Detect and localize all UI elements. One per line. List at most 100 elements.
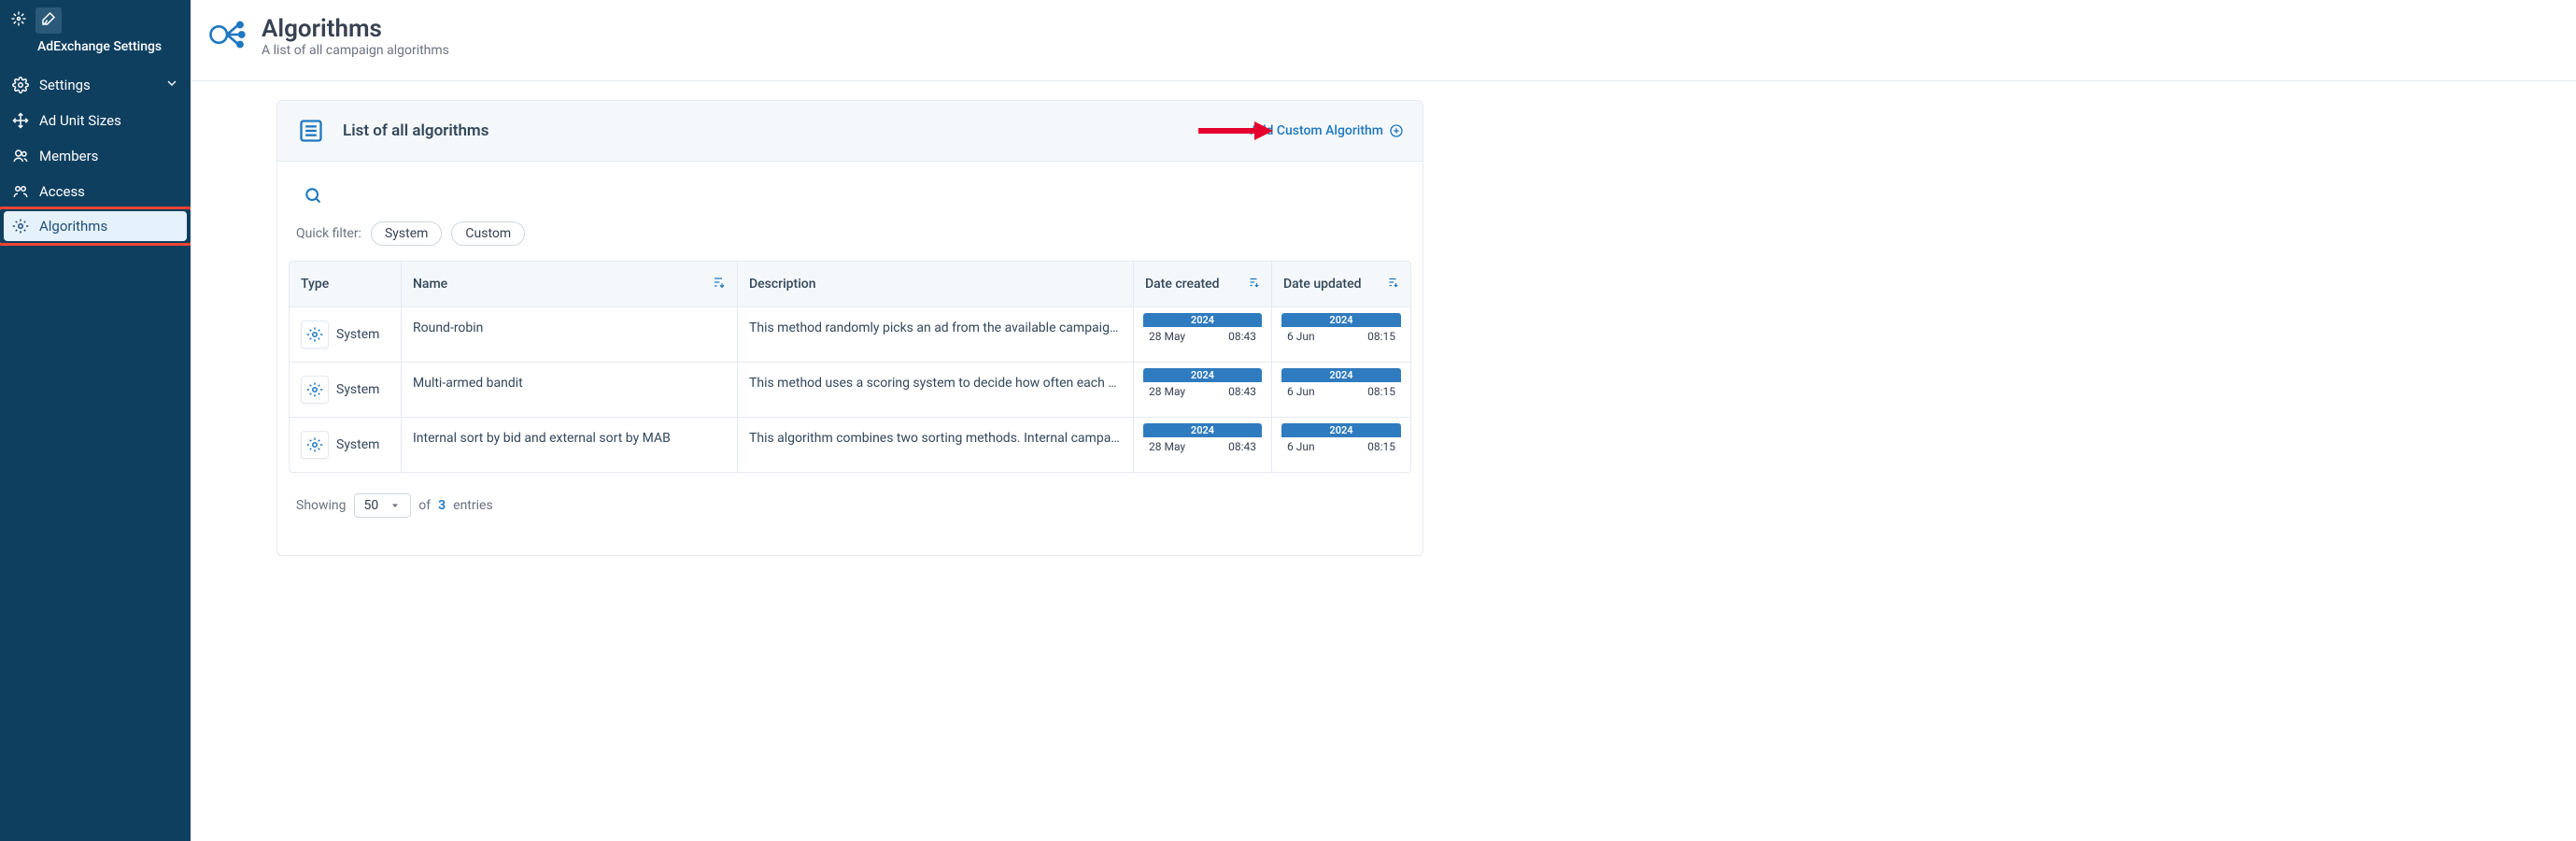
search-row xyxy=(277,162,1422,221)
date-year: 2024 xyxy=(1143,368,1262,382)
main-content: Algorithms A list of all campaign algori… xyxy=(191,0,2576,841)
gear-icon xyxy=(11,217,30,235)
date-year: 2024 xyxy=(1281,313,1401,327)
cell-created: 2024 28 May 08:43 xyxy=(1134,307,1272,362)
algorithms-header-icon xyxy=(207,15,247,58)
brand-label: AdExchange Settings xyxy=(0,36,191,67)
cell-type: System xyxy=(290,418,402,472)
page-size-value: 50 xyxy=(364,498,379,513)
cell-type-label: System xyxy=(336,437,379,452)
entries-count: 3 xyxy=(438,498,446,513)
chevron-down-icon xyxy=(164,76,179,94)
arrow-annotation xyxy=(1198,120,1273,142)
card-title: List of all algorithms xyxy=(343,121,488,140)
cell-name: Round-robin xyxy=(402,307,738,362)
page-title: Algorithms xyxy=(262,15,449,43)
system-gear-icon xyxy=(301,376,329,404)
filter-row: Quick filter: System Custom xyxy=(277,221,1422,261)
date-year: 2024 xyxy=(1281,368,1401,382)
col-header-updated-label: Date updated xyxy=(1283,277,1361,292)
table-head: Type Name Description Date created Date … xyxy=(290,262,1410,307)
col-header-description[interactable]: Description xyxy=(738,262,1134,306)
cell-type-label: System xyxy=(336,382,379,397)
sidebar-item-access[interactable]: Access xyxy=(0,174,191,209)
cell-description: This algorithm combines two sorting meth… xyxy=(738,418,1134,472)
table-row[interactable]: System Internal sort by bid and external… xyxy=(290,418,1410,472)
search-button[interactable] xyxy=(296,178,330,212)
col-header-name[interactable]: Name xyxy=(402,262,738,306)
page-header: Algorithms A list of all campaign algori… xyxy=(191,0,2576,80)
sidebar-item-ad-unit-sizes[interactable]: Ad Unit Sizes xyxy=(0,103,191,138)
sidebar-tool-switcher xyxy=(0,6,191,36)
search-icon xyxy=(304,186,322,205)
col-header-created[interactable]: Date created xyxy=(1134,262,1272,306)
users-icon xyxy=(11,147,30,165)
sidebar-item-settings[interactable]: Settings xyxy=(0,67,191,103)
date-time: 08:43 xyxy=(1228,330,1256,343)
sidebar: AdExchange Settings Settings Ad Unit Siz… xyxy=(0,0,191,841)
sidebar-item-label: Algorithms xyxy=(39,218,107,235)
showing-label: Showing xyxy=(296,498,347,513)
gear-icon xyxy=(11,76,30,94)
algorithms-table: Type Name Description Date created Date … xyxy=(289,261,1411,473)
date-time: 08:15 xyxy=(1367,440,1395,453)
cell-type: System xyxy=(290,307,402,362)
table-row[interactable]: System Round-robin This method randomly … xyxy=(290,307,1410,363)
cell-name: Internal sort by bid and external sort b… xyxy=(402,418,738,472)
sidebar-item-label: Access xyxy=(39,183,85,200)
date-day: 28 May xyxy=(1149,440,1185,453)
filter-pill-custom[interactable]: Custom xyxy=(451,221,525,246)
system-gear-icon xyxy=(301,321,329,349)
date-time: 08:43 xyxy=(1228,385,1256,398)
sort-icon xyxy=(1247,276,1260,292)
move-icon xyxy=(11,111,30,130)
network-tool-icon[interactable] xyxy=(6,7,32,34)
col-header-name-label: Name xyxy=(413,277,447,292)
cell-type: System xyxy=(290,363,402,417)
date-time: 08:15 xyxy=(1367,330,1395,343)
cell-description: This method randomly picks an ad from th… xyxy=(738,307,1134,362)
date-year: 2024 xyxy=(1281,423,1401,437)
sidebar-item-label: Settings xyxy=(39,77,91,93)
cell-created: 2024 28 May 08:43 xyxy=(1134,418,1272,472)
entries-label: entries xyxy=(453,498,493,513)
add-custom-algorithm-button[interactable]: Add Custom Algorithm xyxy=(1250,123,1404,138)
settings-tool-icon[interactable] xyxy=(35,7,62,34)
sort-icon xyxy=(711,275,726,293)
cell-updated: 2024 6 Jun 08:15 xyxy=(1272,418,1410,472)
date-day: 6 Jun xyxy=(1287,330,1315,343)
system-gear-icon xyxy=(301,431,329,459)
date-time: 08:15 xyxy=(1367,385,1395,398)
date-time: 08:43 xyxy=(1228,440,1256,453)
date-year: 2024 xyxy=(1143,313,1262,327)
algorithms-card: List of all algorithms Add Custom Algori… xyxy=(276,100,1423,556)
cell-updated: 2024 6 Jun 08:15 xyxy=(1272,307,1410,362)
sidebar-item-label: Ad Unit Sizes xyxy=(39,112,121,129)
date-day: 6 Jun xyxy=(1287,440,1315,453)
quick-filter-label: Quick filter: xyxy=(296,226,361,241)
table-row[interactable]: System Multi-armed bandit This method us… xyxy=(290,363,1410,418)
sidebar-item-algorithms-highlight: Algorithms xyxy=(0,209,191,243)
cell-created: 2024 28 May 08:43 xyxy=(1134,363,1272,417)
sidebar-item-members[interactable]: Members xyxy=(0,138,191,174)
sidebar-item-algorithms[interactable]: Algorithms xyxy=(0,209,191,243)
caret-down-icon xyxy=(389,500,401,511)
col-header-type[interactable]: Type xyxy=(290,262,402,306)
cell-name: Multi-armed bandit xyxy=(402,363,738,417)
date-day: 28 May xyxy=(1149,385,1185,398)
cell-updated: 2024 6 Jun 08:15 xyxy=(1272,363,1410,417)
divider xyxy=(191,80,2576,81)
date-year: 2024 xyxy=(1143,423,1262,437)
of-label: of xyxy=(418,498,431,513)
col-header-updated[interactable]: Date updated xyxy=(1272,262,1410,306)
page-size-select[interactable]: 50 xyxy=(354,493,412,518)
page-subtitle: A list of all campaign algorithms xyxy=(262,43,449,58)
filter-pill-system[interactable]: System xyxy=(371,221,442,246)
date-day: 28 May xyxy=(1149,330,1185,343)
date-day: 6 Jun xyxy=(1287,385,1315,398)
sidebar-item-label: Members xyxy=(39,148,98,164)
cell-description: This method uses a scoring system to dec… xyxy=(738,363,1134,417)
table-footer: Showing 50 of 3 entries xyxy=(277,473,1422,555)
user-group-icon xyxy=(11,182,30,201)
card-header: List of all algorithms Add Custom Algori… xyxy=(277,101,1422,162)
